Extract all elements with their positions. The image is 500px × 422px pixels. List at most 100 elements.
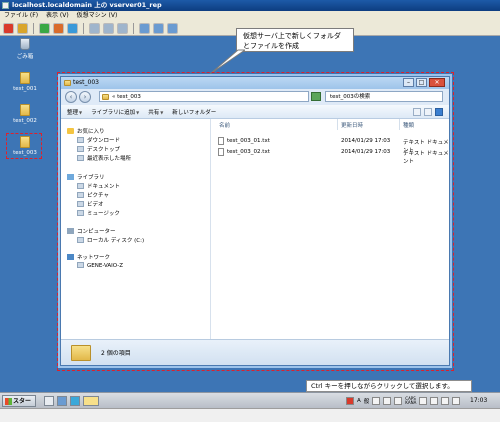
- disk-icon: [77, 237, 84, 243]
- ime-tool-icon[interactable]: [372, 397, 381, 405]
- network-icon[interactable]: [153, 22, 164, 34]
- nav-recent-places-label: 最近表示した場所: [87, 156, 132, 162]
- help-icon[interactable]: [435, 108, 443, 116]
- desktop-icon-recycle-bin[interactable]: ごみ箱: [5, 38, 45, 60]
- folder-icon: [64, 80, 71, 86]
- forward-button[interactable]: ›: [79, 91, 91, 103]
- highlight-test-003-icon: [6, 133, 42, 159]
- taskbar-explorer-button[interactable]: [83, 396, 99, 406]
- manage-snapshot-icon[interactable]: [117, 22, 128, 34]
- nav-libraries[interactable]: ライブラリ: [67, 173, 105, 181]
- quicklaunch-icon[interactable]: [44, 396, 54, 406]
- column-separator: [337, 119, 338, 130]
- menu-vm[interactable]: 仮想マシン (V): [77, 12, 118, 19]
- file-row[interactable]: test_003_02.txt 2014/01/29 17:03 テキスト ドキ…: [213, 148, 449, 165]
- file-date: 2014/01/29 17:03: [341, 138, 391, 144]
- stop-icon[interactable]: [3, 22, 14, 34]
- desktop-icon-test-001[interactable]: test_001: [5, 72, 45, 92]
- nav-pictures[interactable]: ピクチャ: [77, 191, 109, 199]
- column-separator: [399, 119, 400, 130]
- clock[interactable]: 17:03: [470, 397, 487, 404]
- help-icon[interactable]: [419, 397, 428, 405]
- nav-videos-label: ビデオ: [87, 202, 104, 208]
- play-icon[interactable]: [39, 22, 50, 34]
- close-button[interactable]: ✕: [429, 78, 445, 87]
- pause-icon[interactable]: [17, 22, 28, 34]
- address-bar[interactable]: « test_003: [99, 91, 309, 102]
- details-pane: 2 個の項目: [61, 339, 449, 365]
- back-button[interactable]: ‹: [65, 91, 77, 103]
- reset-icon[interactable]: [53, 22, 64, 34]
- desktop-icon-test-002[interactable]: test_002: [5, 104, 45, 124]
- refresh-button[interactable]: [311, 92, 321, 101]
- nav-recent-places[interactable]: 最近表示した場所: [77, 154, 131, 162]
- nav-gene-vaio-z[interactable]: GENE-VAIO-Z: [77, 262, 123, 269]
- media-quicklaunch-icon[interactable]: [70, 396, 80, 406]
- refresh-icon[interactable]: [67, 22, 78, 34]
- music-icon: [77, 210, 84, 216]
- start-button[interactable]: スタート: [2, 395, 36, 416]
- preview-pane-icon[interactable]: [424, 108, 432, 116]
- nav-videos[interactable]: ビデオ: [77, 200, 104, 208]
- nav-local-disk[interactable]: ローカル ディスク (C:): [77, 236, 144, 244]
- library-icon: [67, 174, 74, 180]
- volume-icon[interactable]: [452, 397, 461, 405]
- revert-icon[interactable]: [103, 22, 114, 34]
- network-icon[interactable]: [441, 397, 450, 405]
- column-type[interactable]: 種類: [403, 121, 414, 129]
- ime-mode[interactable]: A: [357, 398, 361, 404]
- nav-music-label: ミュージック: [87, 211, 120, 217]
- ime-icon[interactable]: [346, 397, 354, 405]
- folder-icon: [71, 345, 91, 361]
- menu-view[interactable]: 表示 (V): [46, 12, 69, 19]
- desktop-folder-icon: [77, 146, 84, 152]
- view-options-icon[interactable]: [413, 108, 421, 116]
- explorer-titlebar[interactable]: test_003 – □ ✕: [61, 77, 449, 89]
- desktop-icon-label: test_001: [13, 86, 37, 92]
- vm-menubar: ファイル (F) 表示 (V) 仮想マシン (V): [0, 11, 500, 21]
- nav-desktop[interactable]: デスクトップ: [77, 145, 120, 153]
- explorer-quicklaunch-icon[interactable]: [57, 396, 67, 406]
- flag-icon[interactable]: [430, 397, 439, 405]
- text-file-icon: [218, 148, 224, 156]
- share-button[interactable]: 共有▼: [148, 108, 163, 116]
- toolbar-separator: [83, 22, 84, 34]
- nav-music[interactable]: ミュージック: [77, 209, 120, 217]
- recent-places-icon: [77, 155, 84, 161]
- ime-tool-icon[interactable]: [394, 397, 403, 405]
- toolbar-separator: [33, 22, 34, 34]
- column-modified[interactable]: 更新日時: [341, 121, 363, 129]
- ime-status[interactable]: 般: [364, 397, 370, 405]
- nav-computer[interactable]: コンピューター: [67, 227, 116, 235]
- column-name[interactable]: 名前: [219, 121, 230, 129]
- cd-icon[interactable]: [167, 22, 178, 34]
- videos-icon: [77, 201, 84, 207]
- menu-file[interactable]: ファイル (F): [4, 12, 38, 19]
- nav-desktop-label: デスクトップ: [87, 147, 121, 153]
- add-to-library-button[interactable]: ライブラリに追加▼: [91, 108, 139, 116]
- nav-favorites[interactable]: お気に入り: [67, 127, 105, 135]
- nav-network-label: ネットワーク: [77, 255, 111, 261]
- windows-logo-icon: [5, 398, 12, 405]
- nav-libraries-label: ライブラリ: [77, 175, 105, 181]
- ime-tool-icon[interactable]: [383, 397, 392, 405]
- taskbar: スタート A 般 CAPS KANA 17:03: [0, 392, 500, 416]
- file-row[interactable]: test_003_01.txt 2014/01/29 17:03 テキスト ドキ…: [213, 137, 449, 154]
- nav-pictures-label: ピクチャ: [87, 193, 109, 199]
- system-tray: A 般 CAPS KANA: [346, 395, 461, 407]
- snapshot-icon[interactable]: [89, 22, 100, 34]
- minimize-button[interactable]: –: [403, 78, 414, 87]
- nav-documents[interactable]: ドキュメント: [77, 182, 120, 190]
- nav-network[interactable]: ネットワーク: [67, 253, 110, 261]
- console-icon[interactable]: [139, 22, 150, 34]
- address-text: « test_003: [112, 94, 141, 100]
- vm-titlebar: localhost.localdomain 上の vserver01_rep: [0, 0, 500, 11]
- hint-caption: Ctrl キーを押しながらクリックして選択します。: [306, 380, 472, 392]
- organize-button[interactable]: 整理▼: [67, 108, 82, 116]
- new-folder-button[interactable]: 新しいフォルダー: [172, 108, 216, 116]
- callout: 仮想サーバ上で新しくフォルダ とファイルを作成: [236, 28, 354, 52]
- maximize-button[interactable]: □: [416, 78, 427, 87]
- nav-downloads[interactable]: ダウンロード: [77, 136, 120, 144]
- nav-local-disk-label: ローカル ディスク (C:): [87, 238, 145, 244]
- search-input[interactable]: test_003の検索: [325, 91, 443, 102]
